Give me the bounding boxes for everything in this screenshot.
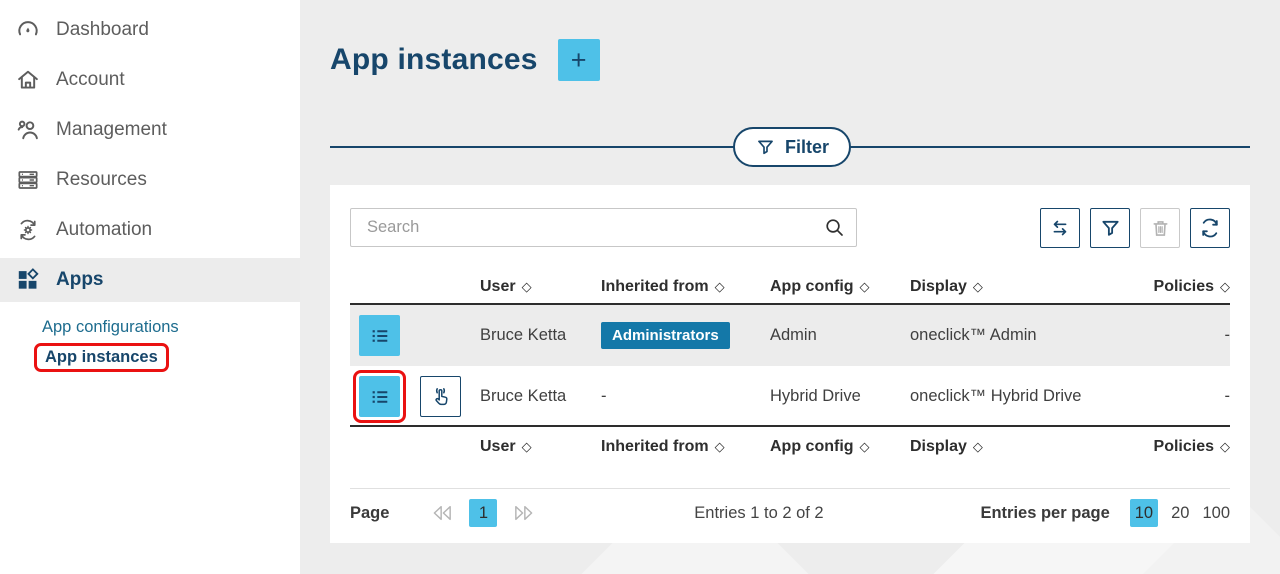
sidebar-item-account[interactable]: Account: [0, 55, 300, 105]
next-page-icon[interactable]: [510, 504, 537, 522]
row-actions: [350, 366, 480, 427]
group-badge: Administrators: [601, 322, 730, 349]
row-details-button[interactable]: [359, 315, 400, 356]
sidebar-item-apps[interactable]: Apps: [0, 258, 300, 302]
table-row: Bruce Ketta Administrators Admin oneclic…: [350, 305, 1230, 366]
instances-panel: User Inherited from App config Display P…: [330, 185, 1250, 543]
annotation-highlight: App instances: [34, 343, 169, 372]
filter-toggle-button[interactable]: Filter: [733, 127, 851, 167]
page-size-20-button[interactable]: 20: [1171, 504, 1189, 523]
home-icon: [14, 67, 41, 94]
column-header-app-config: App config: [770, 278, 910, 296]
table-header: User Inherited from App config Display P…: [350, 270, 1230, 305]
server-icon: [14, 167, 41, 194]
column-header-policies: Policies: [1110, 278, 1230, 296]
filter-label: Filter: [785, 137, 829, 158]
sort-icon[interactable]: [522, 439, 532, 455]
list-icon: [368, 324, 392, 348]
sidebar-item-app-configurations[interactable]: App configurations: [42, 318, 300, 337]
sidebar-item-label: Management: [56, 119, 167, 141]
sort-icon[interactable]: [860, 439, 870, 455]
hand-click-icon: [429, 385, 453, 409]
search-icon[interactable]: [822, 215, 847, 245]
add-instance-button[interactable]: +: [558, 39, 600, 81]
sidebar-item-label: Automation: [56, 219, 152, 241]
column-header-user: User: [480, 278, 601, 296]
sidebar-item-resources[interactable]: Resources: [0, 155, 300, 205]
apps-icon: [14, 267, 41, 294]
refresh-button[interactable]: [1190, 208, 1230, 248]
funnel-icon: [1099, 217, 1122, 240]
sort-icon[interactable]: [860, 279, 870, 295]
sidebar-sub-links: App configurations App instances: [0, 302, 300, 372]
column-header-inherited-from: Inherited from: [601, 438, 770, 456]
page-size-10-button[interactable]: 10: [1130, 499, 1158, 527]
cell-display: oneclick™ Hybrid Drive: [910, 387, 1110, 406]
previous-page-icon[interactable]: [429, 504, 456, 522]
sidebar-item-label: Account: [56, 69, 125, 91]
entries-per-page-label: Entries per page: [980, 504, 1109, 523]
column-header-display: Display: [910, 278, 1110, 296]
sidebar-item-automation[interactable]: Automation: [0, 205, 300, 255]
cell-user: Bruce Ketta: [480, 387, 601, 406]
table-footer-header: User Inherited from App config Display P…: [350, 427, 1230, 467]
gauge-icon: [14, 17, 41, 44]
column-header-display: Display: [910, 438, 1110, 456]
sidebar-item-management[interactable]: Management: [0, 105, 300, 155]
cell-app-config: Hybrid Drive: [770, 387, 910, 406]
cell-app-config: Admin: [770, 326, 910, 345]
funnel-icon: [755, 137, 776, 158]
table-row: Bruce Ketta - Hybrid Drive oneclick™ Hyb…: [350, 366, 1230, 427]
main-content: App instances + Filter: [300, 0, 1280, 574]
page-size-100-button[interactable]: 100: [1202, 504, 1230, 523]
row-details-button[interactable]: [359, 376, 400, 417]
row-actions: [350, 305, 480, 366]
connect-button[interactable]: [420, 376, 461, 417]
sidebar-item-label: Dashboard: [56, 19, 149, 41]
delete-button-disabled[interactable]: [1140, 208, 1180, 248]
sort-icon[interactable]: [1220, 279, 1230, 295]
sort-icon[interactable]: [973, 439, 983, 455]
column-header-app-config: App config: [770, 438, 910, 456]
cell-inherited-from: Administrators: [601, 322, 770, 349]
page-label: Page: [350, 504, 389, 523]
cell-policies: -: [1110, 387, 1230, 406]
sidebar-item-label: Apps: [56, 269, 104, 291]
gear-sync-icon: [14, 217, 41, 244]
trash-icon: [1149, 217, 1172, 240]
table-toolbar: [1040, 208, 1230, 248]
current-page-button[interactable]: 1: [469, 499, 497, 527]
cell-user: Bruce Ketta: [480, 326, 601, 345]
refresh-icon: [1198, 216, 1222, 240]
sidebar-item-dashboard[interactable]: Dashboard: [0, 5, 300, 55]
list-icon: [368, 385, 392, 409]
search-bar: [350, 208, 857, 247]
entries-summary: Entries 1 to 2 of 2: [537, 504, 980, 523]
page-title: App instances: [330, 43, 538, 77]
swap-columns-button[interactable]: [1040, 208, 1080, 248]
sort-icon[interactable]: [715, 279, 725, 295]
column-header-user: User: [480, 438, 601, 456]
sort-icon[interactable]: [715, 439, 725, 455]
app-window: Dashboard Account Management: [0, 0, 1280, 574]
cell-policies: -: [1110, 326, 1230, 345]
search-input[interactable]: [350, 208, 857, 247]
pagination-bar: Page 1 Entries 1 to 2 of 2 E: [350, 489, 1230, 537]
sort-icon[interactable]: [1220, 439, 1230, 455]
sort-icon[interactable]: [973, 279, 983, 295]
cell-display: oneclick™ Admin: [910, 326, 1110, 345]
swap-icon: [1048, 216, 1072, 240]
cell-inherited-from: -: [601, 387, 770, 406]
sidebar: Dashboard Account Management: [0, 0, 300, 574]
sidebar-item-label: Resources: [56, 169, 147, 191]
column-header-inherited-from: Inherited from: [601, 278, 770, 296]
sort-icon[interactable]: [522, 279, 532, 295]
sidebar-item-app-instances[interactable]: App instances: [45, 348, 158, 367]
filter-table-button[interactable]: [1090, 208, 1130, 248]
users-icon: [14, 117, 41, 144]
column-header-policies: Policies: [1110, 438, 1230, 456]
